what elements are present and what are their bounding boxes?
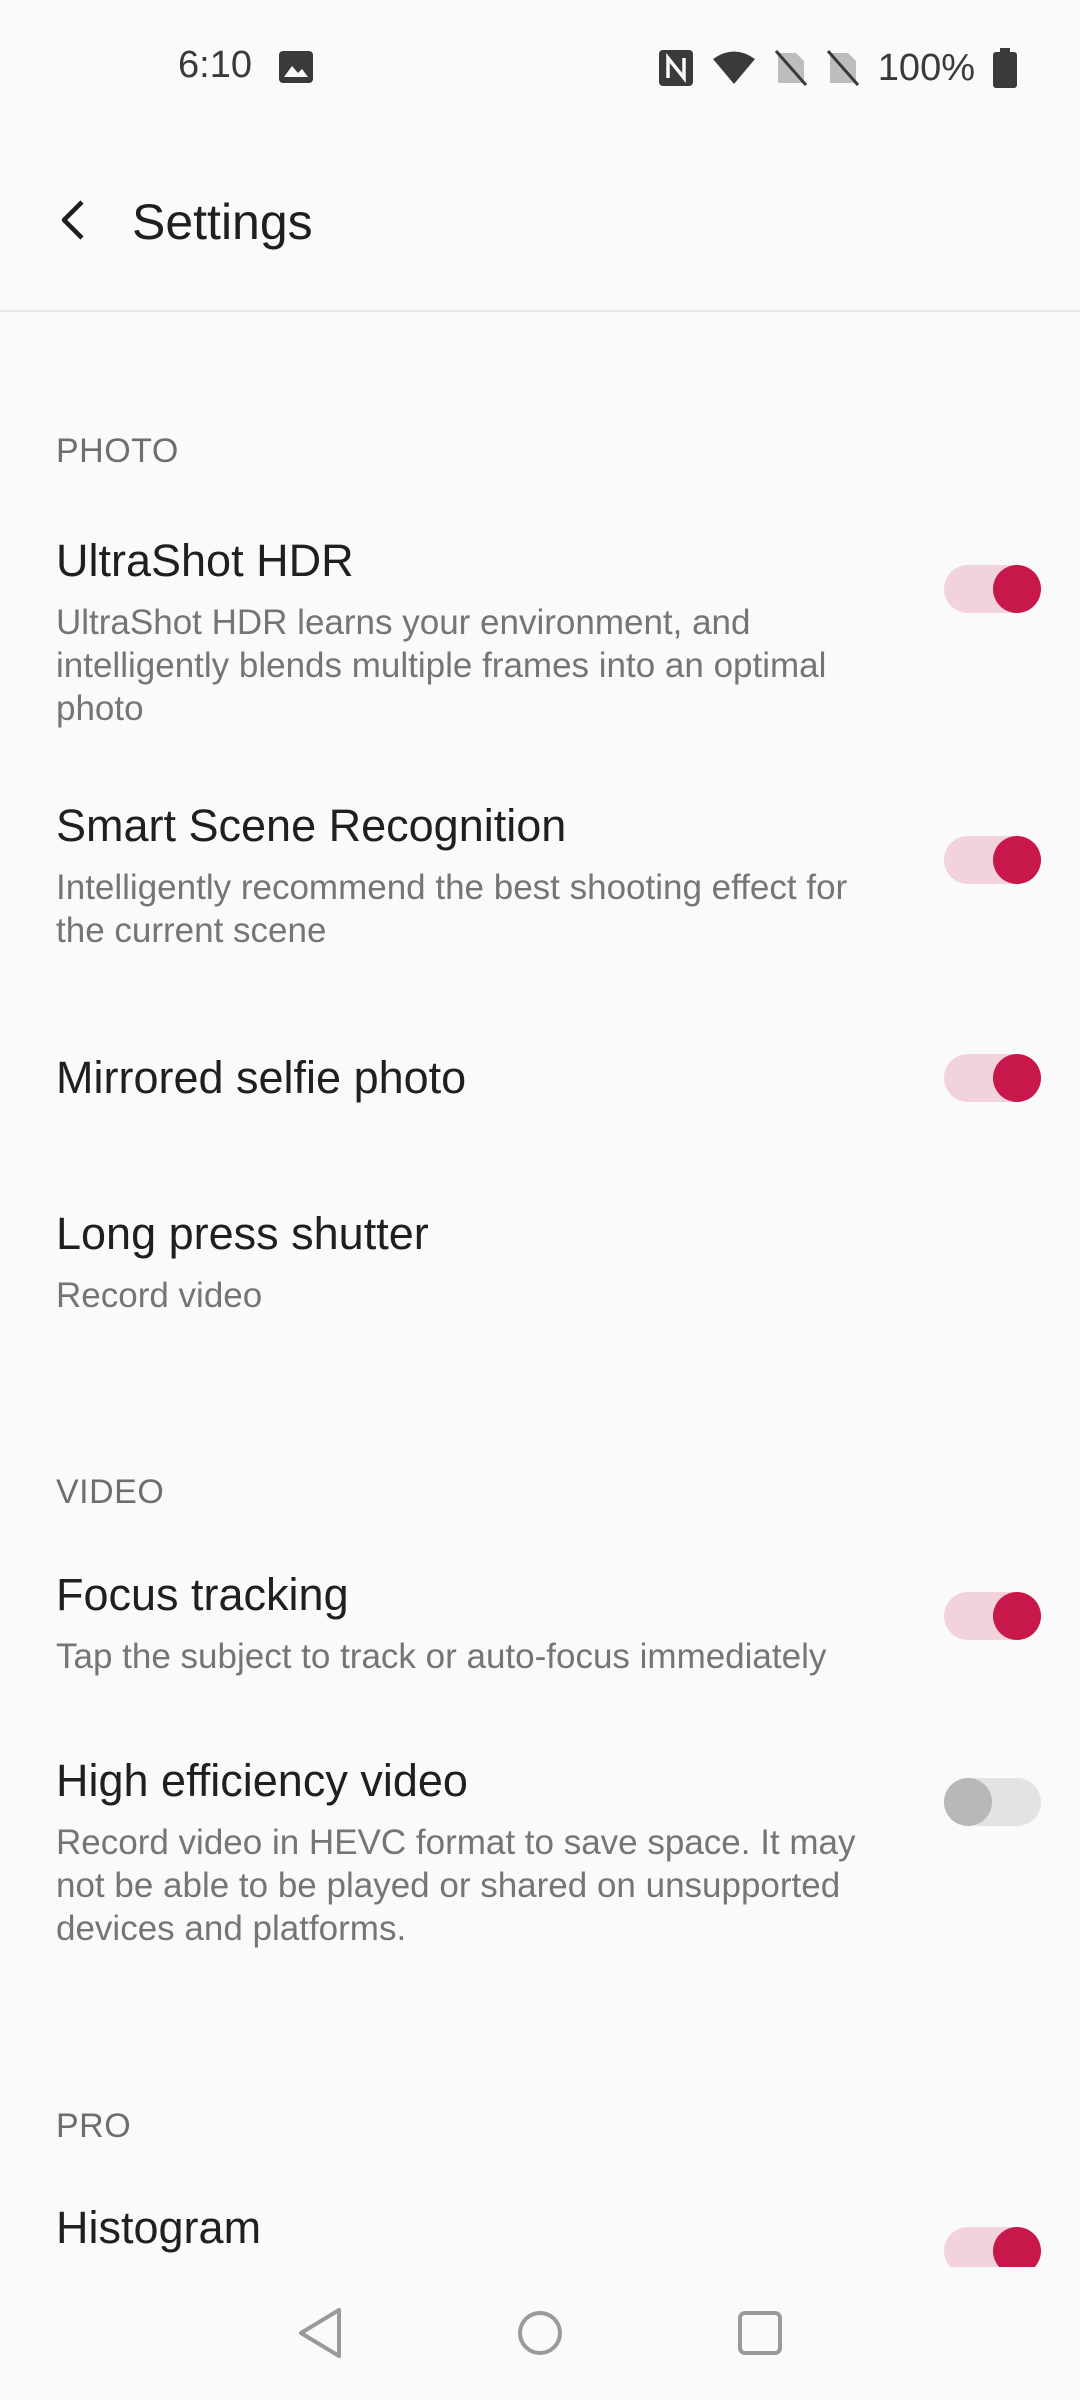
- setting-smart-scene-recognition[interactable]: Smart Scene Recognition Intelligently re…: [0, 800, 1080, 990]
- histogram-toggle[interactable]: [944, 2227, 1041, 2267]
- setting-title: Long press shutter: [56, 1208, 429, 1259]
- app-bar: Settings: [0, 135, 1080, 312]
- setting-title: Mirrored selfie photo: [56, 1052, 467, 1103]
- setting-mirrored-selfie-photo[interactable]: Mirrored selfie photo: [0, 1052, 1080, 1162]
- navigation-bar: [0, 2267, 1080, 2400]
- setting-high-efficiency-video[interactable]: High efficiency video Record video in HE…: [0, 1755, 1080, 1975]
- no-sim-icon: [826, 49, 860, 87]
- setting-title: UltraShot HDR: [56, 535, 354, 586]
- high-efficiency-video-toggle[interactable]: [944, 1778, 1041, 1826]
- image-icon: [278, 50, 314, 84]
- back-arrow-icon: [61, 200, 84, 240]
- section-header-pro: PRO: [56, 2107, 132, 2145]
- smart-scene-recognition-toggle[interactable]: [944, 836, 1041, 884]
- setting-description: Intelligently recommend the best shootin…: [56, 868, 848, 950]
- setting-title: Smart Scene Recognition: [56, 800, 567, 851]
- setting-title: Focus tracking: [56, 1569, 349, 1620]
- back-triangle-icon: [299, 2308, 341, 2358]
- no-sim-icon: [774, 49, 808, 87]
- settings-list[interactable]: PHOTO UltraShot HDR UltraShot HDR learns…: [0, 312, 1080, 2267]
- setting-title: High efficiency video: [56, 1755, 468, 1806]
- section-header-video: VIDEO: [56, 1473, 165, 1511]
- nav-back-button[interactable]: [290, 2303, 350, 2363]
- setting-description: Tap the subject to track or auto-focus i…: [56, 1637, 827, 1676]
- setting-long-press-shutter[interactable]: Long press shutter Record video: [0, 1208, 1080, 1338]
- status-time: 6:10: [178, 44, 252, 86]
- nav-home-button[interactable]: [510, 2303, 570, 2363]
- focus-tracking-toggle[interactable]: [944, 1592, 1041, 1640]
- wifi-icon: [712, 50, 756, 86]
- nfc-icon: [658, 49, 694, 87]
- mirrored-selfie-photo-toggle[interactable]: [944, 1054, 1041, 1102]
- setting-histogram[interactable]: Histogram: [0, 2202, 1080, 2267]
- recents-square-icon: [738, 2311, 782, 2355]
- back-button[interactable]: [40, 187, 106, 253]
- battery-icon: [993, 48, 1017, 88]
- setting-description: Record video in HEVC format to save spac…: [56, 1823, 856, 1948]
- setting-focus-tracking[interactable]: Focus tracking Tap the subject to track …: [0, 1569, 1080, 1699]
- setting-title: Histogram: [56, 2202, 262, 2253]
- status-bar: 6:10 100%: [0, 0, 1080, 135]
- ultrashot-hdr-toggle[interactable]: [944, 565, 1041, 613]
- home-circle-icon: [518, 2311, 562, 2355]
- setting-description: Record video: [56, 1276, 263, 1315]
- nav-recents-button[interactable]: [730, 2303, 790, 2363]
- setting-ultrashot-hdr[interactable]: UltraShot HDR UltraShot HDR learns your …: [0, 527, 1080, 767]
- status-icons: 100%: [658, 44, 1017, 92]
- section-header-photo: PHOTO: [56, 432, 179, 470]
- page-title: Settings: [132, 194, 313, 250]
- setting-description: UltraShot HDR learns your environment, a…: [56, 603, 827, 728]
- battery-percent: 100%: [877, 46, 975, 89]
